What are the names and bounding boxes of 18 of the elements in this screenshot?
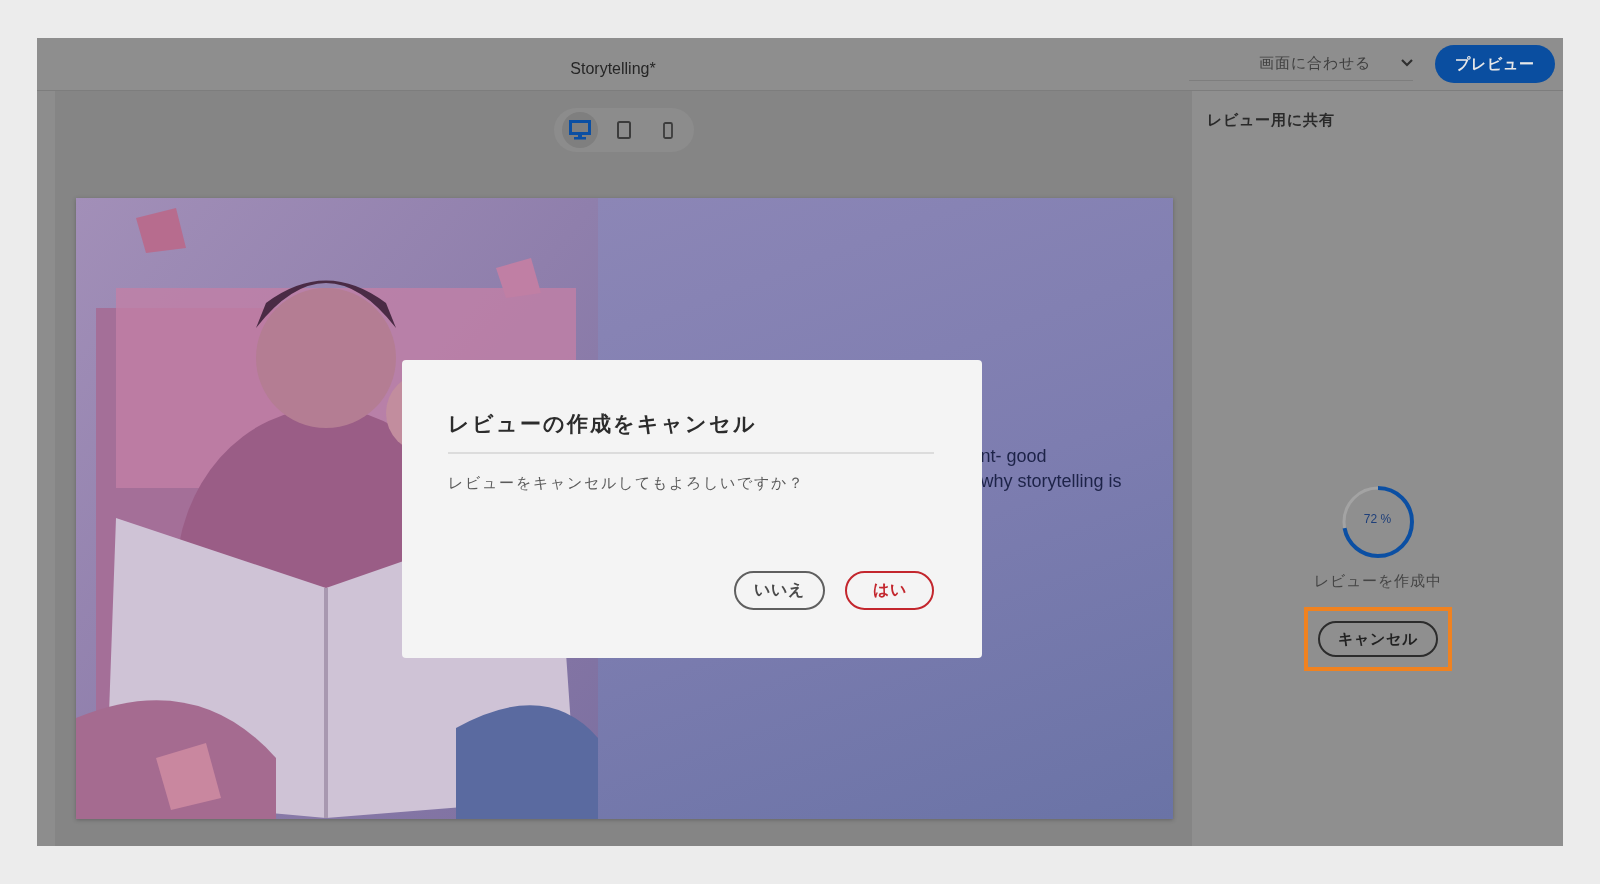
decline-button[interactable]: いいえ xyxy=(734,571,825,610)
panel-title: レビュー用に共有 xyxy=(1207,111,1335,130)
confirm-button[interactable]: はい xyxy=(845,571,934,610)
cancel-button[interactable]: キャンセル xyxy=(1317,621,1438,657)
preview-button[interactable]: プレビュー xyxy=(1435,45,1555,83)
slide-text: nt- good xyxy=(980,445,1048,468)
dialog-message: レビューをキャンセルしてもよろしいですか？ xyxy=(448,474,806,493)
document-title: Storytelling* xyxy=(570,59,656,78)
device-button[interactable] xyxy=(561,112,598,148)
dialog-title: レビューの作成をキャンセル xyxy=(448,410,934,454)
slide-text: why storytelling is xyxy=(980,470,1123,493)
progress-reading: 72 % xyxy=(1362,512,1393,526)
status-text: レビューを作成中 xyxy=(1313,572,1442,591)
zoom-select[interactable]: 画面に合わせる xyxy=(1189,47,1413,81)
desktop-icon xyxy=(568,120,591,140)
phone-icon xyxy=(662,121,673,139)
tablet-icon xyxy=(616,121,631,139)
chevron-down-icon xyxy=(1401,59,1413,67)
